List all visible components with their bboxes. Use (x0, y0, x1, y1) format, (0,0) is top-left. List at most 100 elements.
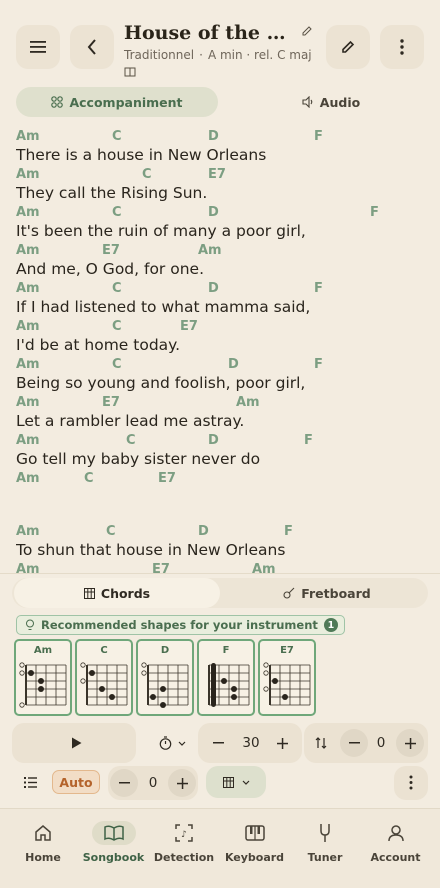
more-button[interactable] (380, 25, 424, 69)
nav-item-tuner[interactable]: Tuner (290, 821, 360, 864)
menu-button[interactable] (16, 25, 60, 69)
chord-symbol[interactable]: Am (16, 281, 40, 296)
chord-symbol[interactable]: F (304, 433, 313, 448)
transpose-increase-button[interactable] (396, 729, 424, 757)
tempo-value: 30 (242, 735, 260, 751)
chord-symbol[interactable]: D (208, 433, 219, 448)
chord-symbol[interactable]: Am (16, 395, 40, 410)
chord-symbol[interactable]: D (208, 205, 219, 220)
lyric-line: There is a house in New Orleans (16, 146, 267, 164)
key-info: A min · rel. C maj (207, 48, 312, 62)
chord-symbol[interactable]: D (198, 524, 209, 539)
play-button[interactable] (68, 734, 84, 752)
tempo-decrease-button[interactable] (210, 735, 226, 751)
chord-symbol[interactable]: C (84, 471, 94, 486)
tab-accompaniment[interactable]: Accompaniment (16, 87, 218, 117)
chord-symbol[interactable]: D (208, 281, 219, 296)
chord-card-name: D (160, 645, 170, 656)
chord-symbol[interactable]: F (314, 281, 323, 296)
hamburger-icon (30, 41, 46, 53)
edit-button[interactable] (326, 25, 370, 69)
chord-symbol[interactable]: C (112, 357, 122, 372)
chord-symbol[interactable]: Am (16, 562, 40, 573)
list-view-icon[interactable] (22, 775, 38, 789)
nav-item-label: Home (25, 851, 61, 864)
grid-icon (51, 96, 64, 108)
chord-card[interactable]: F (197, 639, 255, 716)
chord-symbol[interactable]: C (112, 205, 122, 220)
tempo-increase-button[interactable] (274, 735, 290, 751)
chord-card[interactable]: D (136, 639, 194, 716)
chevron-down-icon (242, 780, 249, 785)
scroll-increase-button[interactable] (168, 769, 196, 797)
chord-symbol[interactable]: Am (16, 243, 40, 258)
chord-symbol[interactable]: E7 (102, 395, 120, 410)
chord-symbol[interactable]: C (112, 129, 122, 144)
chord-symbol[interactable]: Am (16, 319, 40, 334)
chord-symbol[interactable]: C (142, 167, 152, 182)
chord-symbol[interactable]: F (284, 524, 293, 539)
chord-symbol[interactable]: Am (252, 562, 276, 573)
tab-accompaniment-label: Accompaniment (69, 94, 183, 110)
mode-tabs: Accompaniment Audio (16, 87, 424, 117)
scroll-decrease-button[interactable] (110, 769, 138, 797)
chord-symbol[interactable]: Am (16, 129, 40, 144)
chord-symbol[interactable]: F (314, 129, 323, 144)
chord-symbol[interactable]: Am (16, 205, 40, 220)
chord-symbol[interactable]: F (314, 357, 323, 372)
auto-scroll-button[interactable]: Auto (52, 770, 100, 794)
lyric-line: If I had listened to what mamma said, (16, 298, 311, 316)
chord-symbol[interactable]: Am (16, 357, 40, 372)
chord-symbol[interactable]: C (112, 281, 122, 296)
song-meta: Traditionnel · A min · rel. C maj (124, 48, 312, 62)
nav-item-keyboard[interactable]: Keyboard (220, 821, 290, 864)
chord-symbol[interactable]: E7 (180, 319, 198, 334)
chord-symbol[interactable]: F (370, 205, 379, 220)
tab-audio[interactable]: Audio (266, 87, 396, 117)
chord-card-name: Am (33, 645, 53, 656)
chord-card[interactable]: Am (14, 639, 72, 716)
chord-card[interactable]: E7 (258, 639, 316, 716)
chord-symbol[interactable]: E7 (102, 243, 120, 258)
edit-title-icon[interactable] (302, 26, 312, 36)
nav-item-songbook[interactable]: Songbook (79, 821, 149, 864)
chord-line: Am C D F (16, 355, 426, 374)
tab-fretboard[interactable]: Fretboard (232, 578, 422, 608)
book-icon (91, 821, 136, 845)
chord-symbol[interactable]: Am (198, 243, 222, 258)
chord-symbol[interactable]: Am (16, 433, 40, 448)
chord-symbol[interactable]: C (112, 319, 122, 334)
recommended-shapes-banner[interactable]: Recommended shapes for your instrument 1 (16, 615, 345, 635)
divider (0, 573, 440, 574)
plus-icon (276, 737, 288, 749)
back-button[interactable] (70, 25, 114, 69)
transpose-decrease-button[interactable] (340, 729, 368, 757)
nav-item-detection[interactable]: ♪ Detection (149, 821, 219, 864)
nav-item-home[interactable]: Home (8, 821, 78, 864)
metronome-dropdown[interactable] (154, 733, 190, 753)
chord-symbol[interactable]: D (228, 357, 239, 372)
chord-symbol[interactable]: E7 (208, 167, 226, 182)
chord-symbol[interactable]: Am (16, 471, 40, 486)
recommended-count-badge: 1 (323, 618, 338, 632)
chord-symbol[interactable]: D (208, 129, 219, 144)
chord-symbol[interactable]: Am (236, 395, 260, 410)
song-sheet[interactable]: Am C D F There is a house in New Orleans Am C E… (16, 127, 426, 573)
lyric-line: Go tell my baby sister never do (16, 450, 261, 468)
chord-symbol[interactable]: Am (16, 167, 40, 182)
chord-card[interactable]: C (75, 639, 133, 716)
chord-line: Am E7 Am (16, 393, 426, 412)
chevron-left-icon (87, 39, 96, 55)
tab-chords[interactable]: Chords (14, 578, 220, 608)
more-options-button[interactable] (394, 766, 428, 800)
scroll-controls: Auto 0 (12, 766, 428, 800)
chord-display-dropdown[interactable] (206, 766, 266, 798)
chord-symbol[interactable]: Am (16, 524, 40, 539)
chord-symbol[interactable]: E7 (152, 562, 170, 573)
chord-symbol[interactable]: C (106, 524, 116, 539)
chord-symbol[interactable]: C (126, 433, 136, 448)
book-icon[interactable] (124, 67, 136, 77)
nav-item-account[interactable]: Account (361, 821, 431, 864)
tab-chords-label: Chords (100, 585, 151, 601)
chord-symbol[interactable]: E7 (158, 471, 176, 486)
